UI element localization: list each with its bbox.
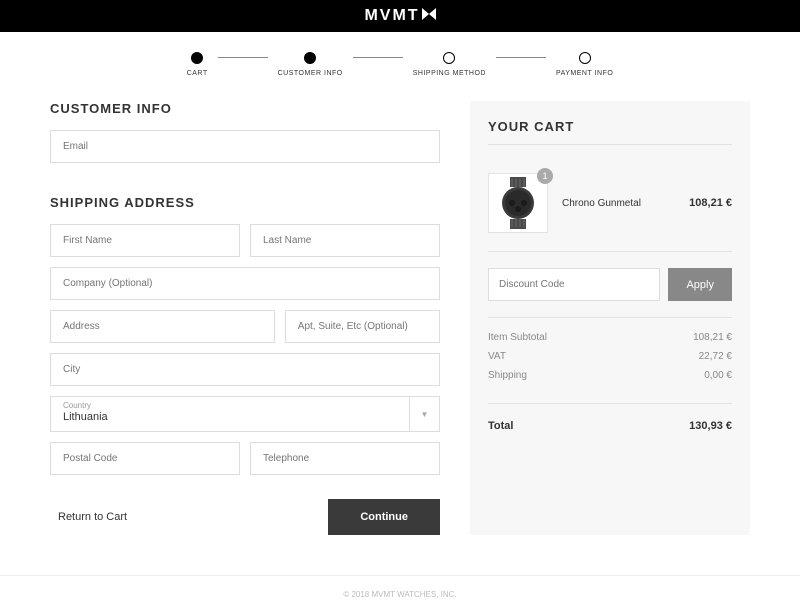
step-circle-icon	[579, 52, 591, 64]
footer: © 2018 MVMT WATCHES, INC.	[0, 575, 800, 613]
postal-code-field[interactable]	[50, 442, 240, 475]
main-content: CUSTOMER INFO SHIPPING ADDRESS Country L…	[30, 101, 770, 575]
discount-code-field[interactable]	[488, 268, 660, 301]
vat-label: VAT	[488, 351, 506, 362]
shipping-row: Shipping 0,00 €	[488, 370, 732, 381]
step-payment-info[interactable]: PAYMENT INFO	[556, 52, 613, 77]
step-label: PAYMENT INFO	[556, 70, 613, 77]
your-cart-heading: YOUR CART	[488, 119, 732, 145]
shipping-address-heading: SHIPPING ADDRESS	[50, 195, 440, 210]
step-divider	[218, 57, 268, 58]
step-divider	[496, 57, 546, 58]
step-label: CART	[187, 70, 208, 77]
total-value: 130,93 €	[689, 420, 732, 432]
discount-row: Apply	[488, 252, 732, 318]
vat-row: VAT 22,72 €	[488, 351, 732, 362]
checkout-steps: CART CUSTOMER INFO SHIPPING METHOD PAYME…	[0, 32, 800, 101]
country-select[interactable]: Country Lithuania ▼	[50, 396, 440, 432]
step-circle-icon	[443, 52, 455, 64]
total-row: Total 130,93 €	[488, 404, 732, 434]
step-divider	[353, 57, 403, 58]
shipping-value: 0,00 €	[704, 370, 732, 381]
apt-field[interactable]	[285, 310, 440, 343]
step-label: SHIPPING METHOD	[413, 70, 486, 77]
product-price: 108,21 €	[689, 197, 732, 209]
logo-text: MVMT	[364, 7, 419, 25]
subtotal-row: Item Subtotal 108,21 €	[488, 332, 732, 343]
step-customer-info[interactable]: CUSTOMER INFO	[278, 52, 343, 77]
step-label: CUSTOMER INFO	[278, 70, 343, 77]
form-actions: Return to Cart Continue	[50, 499, 440, 535]
quantity-badge: 1	[537, 168, 553, 184]
step-cart[interactable]: CART	[187, 52, 208, 77]
copyright: © 2018 MVMT WATCHES, INC.	[343, 590, 456, 599]
customer-info-heading: CUSTOMER INFO	[50, 101, 440, 116]
form-column: CUSTOMER INFO SHIPPING ADDRESS Country L…	[50, 101, 440, 535]
step-shipping-method[interactable]: SHIPPING METHOD	[413, 52, 486, 77]
last-name-field[interactable]	[250, 224, 440, 257]
logo-icon	[422, 7, 436, 25]
cart-sidebar: YOUR CART	[470, 101, 750, 535]
shipping-label: Shipping	[488, 370, 527, 381]
step-circle-icon	[304, 52, 316, 64]
apply-button[interactable]: Apply	[668, 268, 732, 301]
country-value: Lithuania	[63, 411, 427, 423]
address-field[interactable]	[50, 310, 275, 343]
country-label: Country	[63, 401, 427, 410]
subtotal-value: 108,21 €	[693, 332, 732, 343]
header: MVMT	[0, 0, 800, 32]
cart-item: 1 Chrono Gunmetal 108,21 €	[488, 159, 732, 252]
first-name-field[interactable]	[50, 224, 240, 257]
vat-value: 22,72 €	[699, 351, 732, 362]
product-image: 1	[488, 173, 548, 233]
telephone-field[interactable]	[250, 442, 440, 475]
subtotal-label: Item Subtotal	[488, 332, 547, 343]
product-name: Chrono Gunmetal	[562, 198, 675, 209]
watch-icon	[496, 177, 540, 229]
email-field[interactable]	[50, 130, 440, 163]
total-label: Total	[488, 420, 513, 432]
chevron-down-icon: ▼	[409, 397, 439, 431]
step-circle-icon	[191, 52, 203, 64]
continue-button[interactable]: Continue	[328, 499, 440, 535]
logo: MVMT	[364, 7, 435, 25]
return-to-cart-link[interactable]: Return to Cart	[50, 511, 127, 523]
company-field[interactable]	[50, 267, 440, 300]
cart-summary: Item Subtotal 108,21 € VAT 22,72 € Shipp…	[488, 318, 732, 404]
city-field[interactable]	[50, 353, 440, 386]
